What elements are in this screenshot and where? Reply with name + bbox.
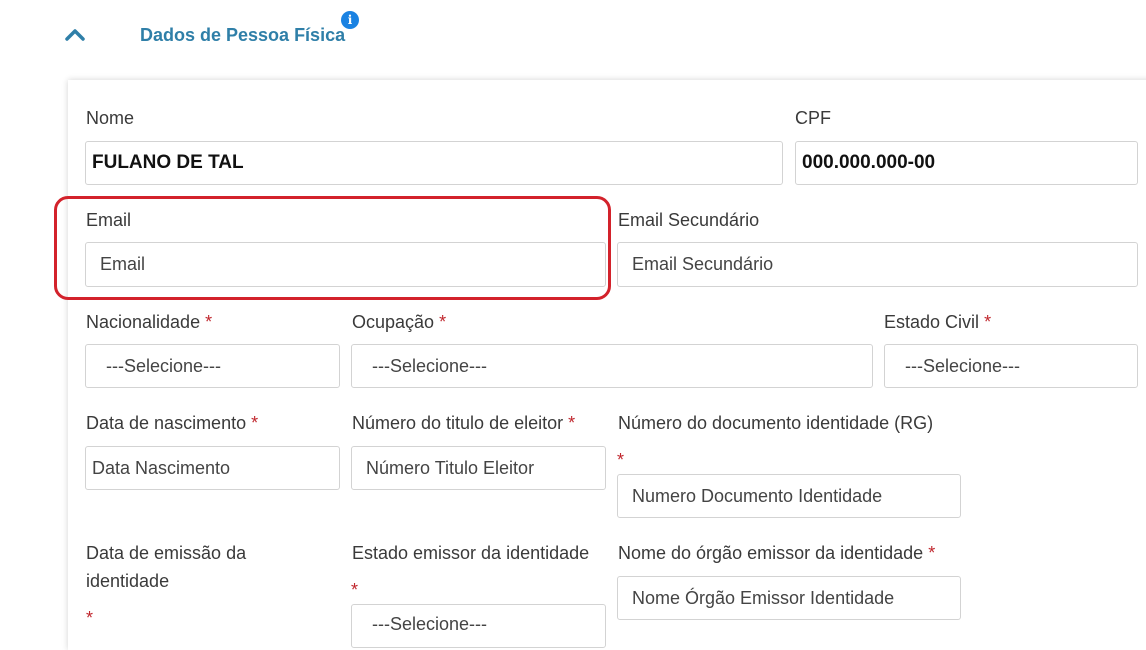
info-icon[interactable]: i	[341, 11, 359, 29]
data-nascimento-label-text: Data de nascimento	[86, 413, 247, 433]
titulo-eleitor-input[interactable]: Número Titulo Eleitor	[351, 446, 606, 490]
ocupacao-label: Ocupação *	[352, 308, 446, 336]
email-secundario-label: Email Secundário	[618, 210, 760, 230]
estado-civil-select[interactable]: ---Selecione---	[884, 344, 1138, 388]
required-marker: *	[617, 450, 625, 470]
section-header: Dados de Pessoa Física i	[0, 0, 1146, 70]
cpf-input[interactable]: 000.000.000-00	[795, 141, 1138, 185]
cpf-value: 000.000.000-00	[802, 152, 936, 173]
data-emissao-label-line2: identidade	[86, 571, 170, 591]
cpf-label: CPF	[795, 108, 831, 128]
orgao-emissor-input[interactable]: Nome Órgão Emissor Identidade	[617, 576, 961, 620]
required-marker: *	[351, 580, 359, 600]
required-marker: *	[568, 413, 576, 433]
orgao-emissor-label-text: Nome do órgão emissor da identidade	[618, 543, 924, 563]
data-nascimento-placeholder: Data Nascimento	[92, 457, 231, 478]
titulo-eleitor-placeholder: Número Titulo Eleitor	[366, 457, 535, 478]
nome-label: Nome	[86, 108, 135, 128]
estado-civil-selected: ---Selecione---	[905, 355, 1021, 376]
required-marker: *	[205, 312, 213, 332]
documento-identidade-placeholder: Numero Documento Identidade	[632, 485, 883, 506]
estado-emissor-select[interactable]: ---Selecione---	[351, 604, 606, 648]
estado-emissor-label: Estado emissor da identidade	[352, 543, 590, 563]
nome-input[interactable]: FULANO DE TAL	[85, 141, 783, 185]
estado-civil-label: Estado Civil *	[884, 308, 991, 336]
nacionalidade-selected: ---Selecione---	[106, 355, 222, 376]
required-marker: *	[439, 312, 447, 332]
orgao-emissor-placeholder: Nome Órgão Emissor Identidade	[632, 587, 895, 608]
ocupacao-selected: ---Selecione---	[372, 355, 488, 376]
nacionalidade-label: Nacionalidade *	[86, 308, 212, 336]
email-secundario-placeholder: Email Secundário	[632, 254, 774, 274]
data-emissao-label-line1: Data de emissão da	[86, 543, 247, 563]
orgao-emissor-label: Nome do órgão emissor da identidade *	[618, 539, 935, 567]
email-secundario-input[interactable]: Email Secundário	[617, 242, 1138, 287]
estado-emissor-selected: ---Selecione---	[372, 614, 488, 634]
documento-identidade-input[interactable]: Numero Documento Identidade	[617, 474, 961, 518]
titulo-eleitor-label: Número do titulo de eleitor *	[352, 409, 575, 437]
documento-identidade-label: Número do documento identidade (RG)	[618, 413, 934, 433]
estado-civil-label-text: Estado Civil	[884, 312, 980, 332]
ocupacao-label-text: Ocupação	[352, 312, 435, 332]
nacionalidade-label-text: Nacionalidade	[86, 312, 201, 332]
nacionalidade-select[interactable]: ---Selecione---	[85, 344, 340, 388]
titulo-eleitor-label-text: Número do titulo de eleitor	[352, 413, 564, 433]
section-title[interactable]: Dados de Pessoa Física	[140, 25, 345, 46]
required-marker: *	[86, 608, 94, 628]
data-nascimento-input[interactable]: Data Nascimento	[85, 446, 340, 490]
required-marker: *	[928, 543, 936, 563]
required-marker: *	[984, 312, 992, 332]
email-highlight-box	[54, 196, 611, 300]
data-nascimento-label: Data de nascimento *	[86, 409, 258, 437]
required-marker: *	[251, 413, 259, 433]
nome-value: FULANO DE TAL	[92, 152, 244, 173]
ocupacao-select[interactable]: ---Selecione---	[351, 344, 873, 388]
chevron-up-icon[interactable]	[64, 26, 86, 42]
